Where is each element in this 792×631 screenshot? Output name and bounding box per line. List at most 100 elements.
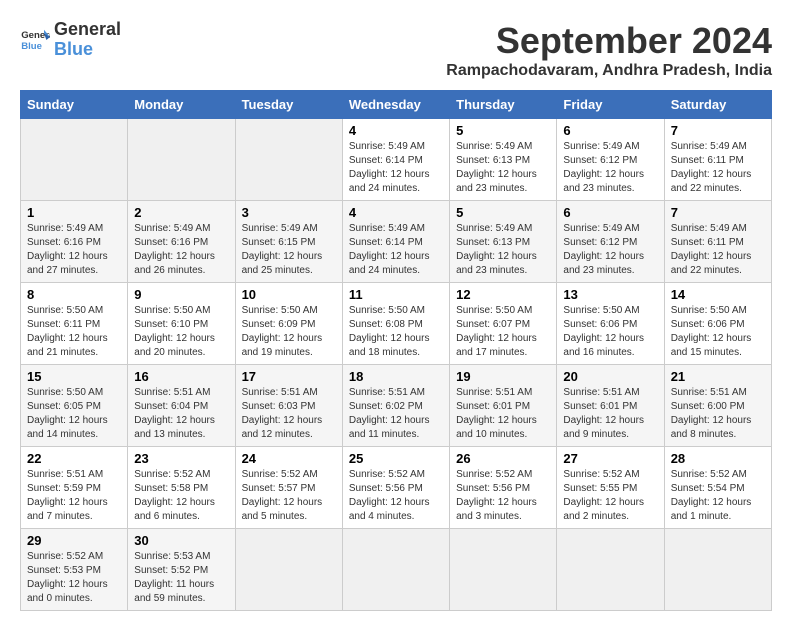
title-section: September 2024 Rampachodavaram, Andhra P… bbox=[446, 20, 772, 80]
week-row-2: 1 Sunrise: 5:49 AMSunset: 6:16 PMDayligh… bbox=[21, 201, 772, 283]
day-number: 8 bbox=[27, 287, 121, 302]
day-number: 17 bbox=[242, 369, 336, 384]
day-number: 14 bbox=[671, 287, 765, 302]
col-tuesday: Tuesday bbox=[235, 91, 342, 119]
day-number: 19 bbox=[456, 369, 550, 384]
day-number: 15 bbox=[27, 369, 121, 384]
table-cell: 13 Sunrise: 5:50 AMSunset: 6:06 PMDaylig… bbox=[557, 283, 664, 365]
day-number: 23 bbox=[134, 451, 228, 466]
week-row-5: 22 Sunrise: 5:51 AMSunset: 5:59 PMDaylig… bbox=[21, 447, 772, 529]
table-cell bbox=[664, 529, 771, 611]
table-cell bbox=[235, 529, 342, 611]
day-info: Sunrise: 5:49 AMSunset: 6:12 PMDaylight:… bbox=[563, 223, 644, 276]
table-cell: 9 Sunrise: 5:50 AMSunset: 6:10 PMDayligh… bbox=[128, 283, 235, 365]
table-cell: 1 Sunrise: 5:49 AMSunset: 6:16 PMDayligh… bbox=[21, 201, 128, 283]
day-number: 29 bbox=[27, 533, 121, 548]
day-number: 24 bbox=[242, 451, 336, 466]
table-cell: 5 Sunrise: 5:49 AMSunset: 6:13 PMDayligh… bbox=[450, 201, 557, 283]
day-number: 20 bbox=[563, 369, 657, 384]
table-cell bbox=[128, 119, 235, 201]
table-cell: 24 Sunrise: 5:52 AMSunset: 5:57 PMDaylig… bbox=[235, 447, 342, 529]
day-info: Sunrise: 5:50 AMSunset: 6:05 PMDaylight:… bbox=[27, 387, 108, 440]
table-cell: 21 Sunrise: 5:51 AMSunset: 6:00 PMDaylig… bbox=[664, 365, 771, 447]
table-cell: 20 Sunrise: 5:51 AMSunset: 6:01 PMDaylig… bbox=[557, 365, 664, 447]
table-cell: 4 Sunrise: 5:49 AMSunset: 6:14 PMDayligh… bbox=[342, 201, 449, 283]
day-info: Sunrise: 5:50 AMSunset: 6:11 PMDaylight:… bbox=[27, 305, 108, 358]
day-number: 10 bbox=[242, 287, 336, 302]
day-number: 5 bbox=[456, 123, 550, 138]
col-sunday: Sunday bbox=[21, 91, 128, 119]
table-cell: 16 Sunrise: 5:51 AMSunset: 6:04 PMDaylig… bbox=[128, 365, 235, 447]
table-cell: 29 Sunrise: 5:52 AMSunset: 5:53 PMDaylig… bbox=[21, 529, 128, 611]
day-info: Sunrise: 5:51 AMSunset: 5:59 PMDaylight:… bbox=[27, 469, 108, 522]
svg-text:Blue: Blue bbox=[21, 41, 42, 52]
day-number: 2 bbox=[134, 205, 228, 220]
day-info: Sunrise: 5:49 AMSunset: 6:14 PMDaylight:… bbox=[349, 141, 430, 194]
table-cell: 6 Sunrise: 5:49 AMSunset: 6:12 PMDayligh… bbox=[557, 201, 664, 283]
col-friday: Friday bbox=[557, 91, 664, 119]
table-cell: 23 Sunrise: 5:52 AMSunset: 5:58 PMDaylig… bbox=[128, 447, 235, 529]
day-number: 6 bbox=[563, 205, 657, 220]
table-cell: 22 Sunrise: 5:51 AMSunset: 5:59 PMDaylig… bbox=[21, 447, 128, 529]
day-number: 3 bbox=[242, 205, 336, 220]
day-info: Sunrise: 5:49 AMSunset: 6:15 PMDaylight:… bbox=[242, 223, 323, 276]
table-cell bbox=[557, 529, 664, 611]
table-cell bbox=[342, 529, 449, 611]
location-title: Rampachodavaram, Andhra Pradesh, India bbox=[446, 62, 772, 80]
logo-general-text: General bbox=[54, 20, 121, 40]
page-header: General Blue General Blue September 2024… bbox=[20, 20, 772, 80]
table-cell bbox=[235, 119, 342, 201]
logo: General Blue General Blue bbox=[20, 20, 121, 60]
day-number: 26 bbox=[456, 451, 550, 466]
day-number: 6 bbox=[563, 123, 657, 138]
table-cell: 12 Sunrise: 5:50 AMSunset: 6:07 PMDaylig… bbox=[450, 283, 557, 365]
day-info: Sunrise: 5:50 AMSunset: 6:06 PMDaylight:… bbox=[671, 305, 752, 358]
table-cell: 7 Sunrise: 5:49 AMSunset: 6:11 PMDayligh… bbox=[664, 119, 771, 201]
day-number: 7 bbox=[671, 123, 765, 138]
day-number: 28 bbox=[671, 451, 765, 466]
day-info: Sunrise: 5:49 AMSunset: 6:11 PMDaylight:… bbox=[671, 223, 752, 276]
day-info: Sunrise: 5:49 AMSunset: 6:12 PMDaylight:… bbox=[563, 141, 644, 194]
day-number: 30 bbox=[134, 533, 228, 548]
table-cell: 19 Sunrise: 5:51 AMSunset: 6:01 PMDaylig… bbox=[450, 365, 557, 447]
day-number: 11 bbox=[349, 287, 443, 302]
table-cell: 14 Sunrise: 5:50 AMSunset: 6:06 PMDaylig… bbox=[664, 283, 771, 365]
day-info: Sunrise: 5:51 AMSunset: 6:04 PMDaylight:… bbox=[134, 387, 215, 440]
table-cell: 30 Sunrise: 5:53 AMSunset: 5:52 PMDaylig… bbox=[128, 529, 235, 611]
table-cell: 18 Sunrise: 5:51 AMSunset: 6:02 PMDaylig… bbox=[342, 365, 449, 447]
day-info: Sunrise: 5:51 AMSunset: 6:01 PMDaylight:… bbox=[563, 387, 644, 440]
day-info: Sunrise: 5:50 AMSunset: 6:06 PMDaylight:… bbox=[563, 305, 644, 358]
day-number: 18 bbox=[349, 369, 443, 384]
day-info: Sunrise: 5:52 AMSunset: 5:53 PMDaylight:… bbox=[27, 551, 108, 604]
day-info: Sunrise: 5:51 AMSunset: 6:00 PMDaylight:… bbox=[671, 387, 752, 440]
day-number: 7 bbox=[671, 205, 765, 220]
table-cell: 7 Sunrise: 5:49 AMSunset: 6:11 PMDayligh… bbox=[664, 201, 771, 283]
table-cell: 10 Sunrise: 5:50 AMSunset: 6:09 PMDaylig… bbox=[235, 283, 342, 365]
day-number: 5 bbox=[456, 205, 550, 220]
col-saturday: Saturday bbox=[664, 91, 771, 119]
day-info: Sunrise: 5:49 AMSunset: 6:16 PMDaylight:… bbox=[134, 223, 215, 276]
logo-icon: General Blue bbox=[20, 25, 50, 55]
day-info: Sunrise: 5:52 AMSunset: 5:55 PMDaylight:… bbox=[563, 469, 644, 522]
day-number: 16 bbox=[134, 369, 228, 384]
day-info: Sunrise: 5:51 AMSunset: 6:01 PMDaylight:… bbox=[456, 387, 537, 440]
table-cell: 5 Sunrise: 5:49 AMSunset: 6:13 PMDayligh… bbox=[450, 119, 557, 201]
logo-blue-text: Blue bbox=[54, 40, 121, 60]
day-info: Sunrise: 5:52 AMSunset: 5:57 PMDaylight:… bbox=[242, 469, 323, 522]
week-row-1: 4 Sunrise: 5:49 AMSunset: 6:14 PMDayligh… bbox=[21, 119, 772, 201]
day-info: Sunrise: 5:52 AMSunset: 5:54 PMDaylight:… bbox=[671, 469, 752, 522]
logo-text-container: General Blue bbox=[54, 20, 121, 60]
table-cell: 2 Sunrise: 5:49 AMSunset: 6:16 PMDayligh… bbox=[128, 201, 235, 283]
week-row-3: 8 Sunrise: 5:50 AMSunset: 6:11 PMDayligh… bbox=[21, 283, 772, 365]
calendar-header-row: Sunday Monday Tuesday Wednesday Thursday… bbox=[21, 91, 772, 119]
day-info: Sunrise: 5:50 AMSunset: 6:07 PMDaylight:… bbox=[456, 305, 537, 358]
table-cell: 17 Sunrise: 5:51 AMSunset: 6:03 PMDaylig… bbox=[235, 365, 342, 447]
day-number: 21 bbox=[671, 369, 765, 384]
day-info: Sunrise: 5:49 AMSunset: 6:11 PMDaylight:… bbox=[671, 141, 752, 194]
day-info: Sunrise: 5:49 AMSunset: 6:16 PMDaylight:… bbox=[27, 223, 108, 276]
day-number: 4 bbox=[349, 123, 443, 138]
table-cell: 28 Sunrise: 5:52 AMSunset: 5:54 PMDaylig… bbox=[664, 447, 771, 529]
table-cell bbox=[450, 529, 557, 611]
month-title: September 2024 bbox=[446, 20, 772, 62]
day-info: Sunrise: 5:53 AMSunset: 5:52 PMDaylight:… bbox=[134, 551, 214, 604]
